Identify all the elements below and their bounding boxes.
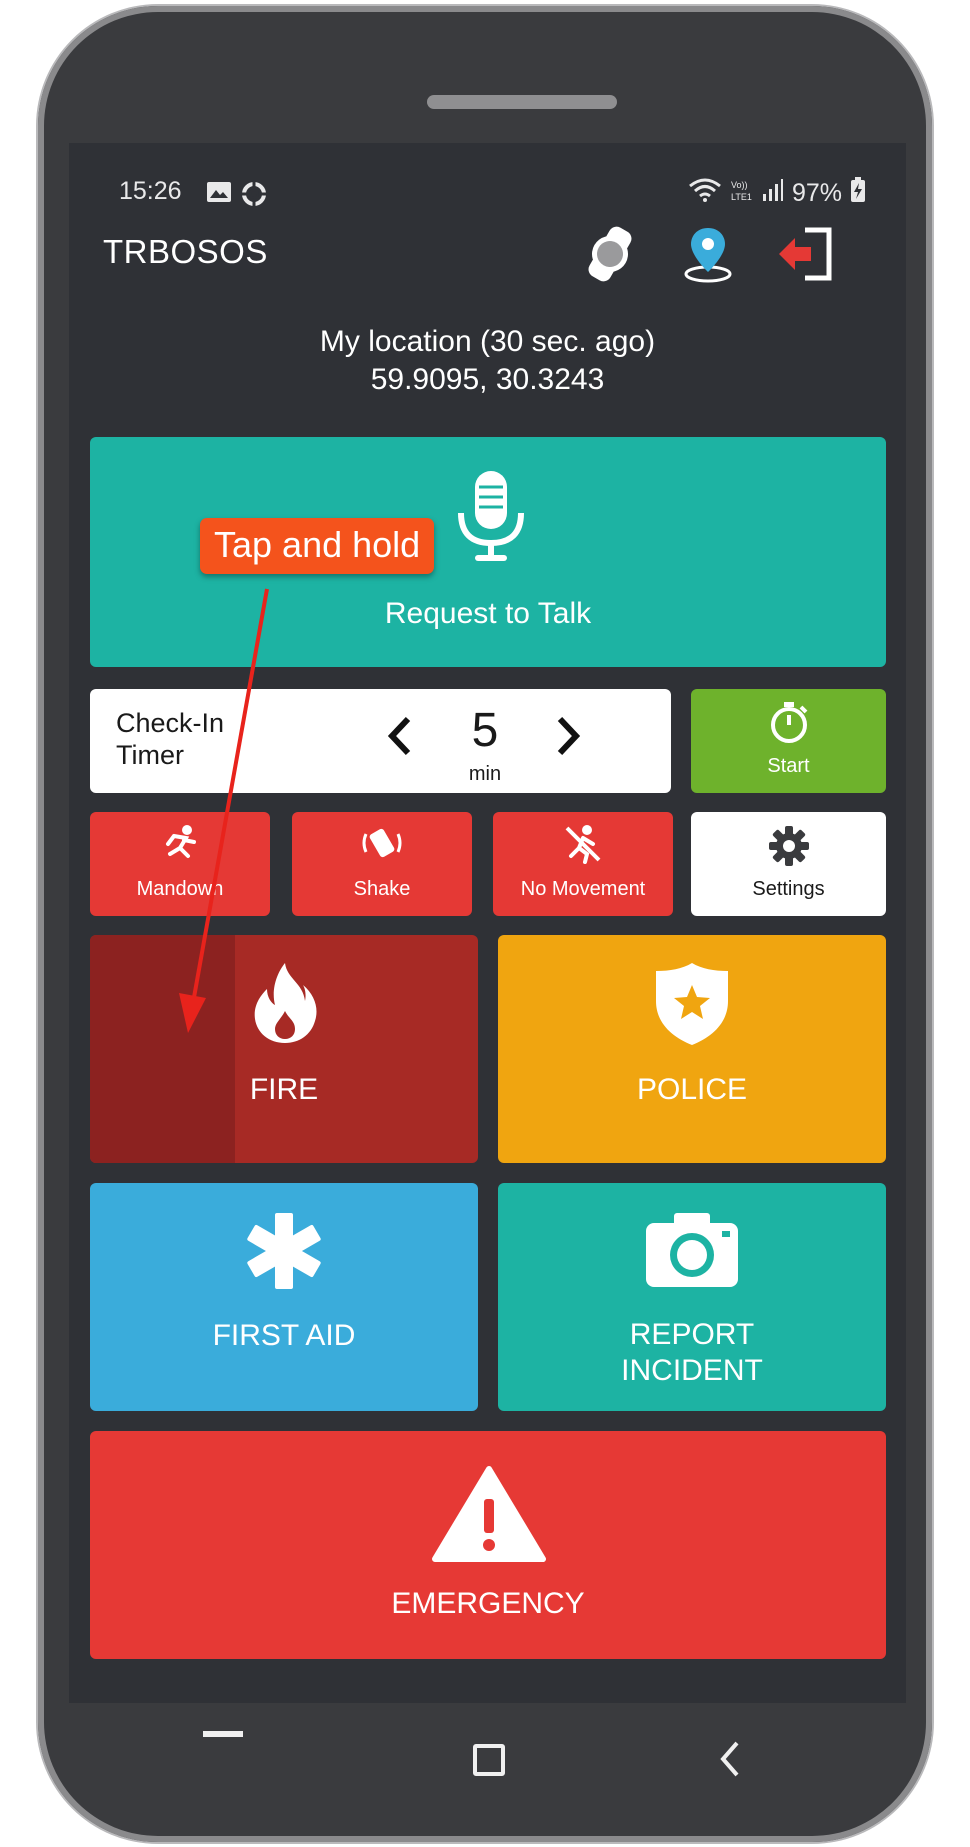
app-screen: 15:26 Vo)) LTE1 97% TRBOSOS My location … xyxy=(69,143,906,1703)
home-button[interactable] xyxy=(473,1744,505,1776)
annotation-arrow xyxy=(179,588,269,1033)
back-button[interactable] xyxy=(717,1739,741,1779)
back-arrow-icon xyxy=(720,1741,739,1777)
recents-button[interactable] xyxy=(203,1731,243,1737)
speaker-grille xyxy=(427,95,617,109)
navigation-bar xyxy=(69,1703,906,1813)
